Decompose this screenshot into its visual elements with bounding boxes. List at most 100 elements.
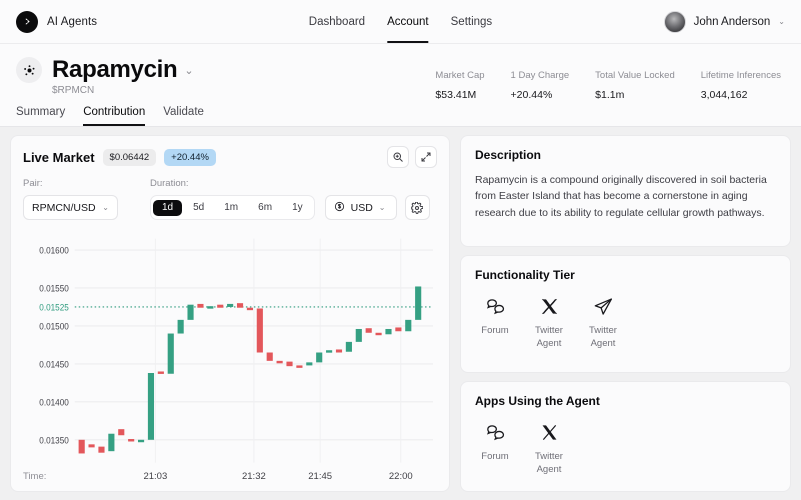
candlestick-chart[interactable]: 0.016000.015500.015000.014500.014000.013… [23, 232, 437, 467]
change-badge: +20.44% [164, 149, 216, 166]
token-ticker: $RPMCN [52, 85, 204, 96]
token-logo-icon [16, 57, 42, 83]
pair-label: Pair: [23, 178, 118, 189]
page-header: Rapamycin ⌄ $RPMCN Summary Contribution … [0, 44, 801, 127]
nav-link-account[interactable]: Account [387, 0, 429, 43]
candle-up [187, 305, 193, 320]
user-menu[interactable]: John Anderson ⌄ [664, 11, 785, 33]
pair-select[interactable]: RPMCN/USD ⌄ [23, 195, 118, 220]
stat-market-cap: Market Cap $53.41M [435, 70, 484, 126]
x-twitter-icon [540, 294, 559, 318]
y-tick-label: 0.01350 [39, 435, 69, 446]
time-tick: 21:03 [143, 471, 167, 482]
nav-link-settings[interactable]: Settings [451, 0, 493, 43]
brand[interactable]: AI Agents [16, 11, 97, 33]
candle-down [277, 361, 283, 363]
duration-option-5d[interactable]: 5d [184, 200, 213, 216]
candle-down [247, 308, 253, 310]
candle-up [148, 373, 154, 440]
description-text: Rapamycin is a compound originally disco… [475, 172, 776, 221]
tier-item-label: Forum [481, 325, 508, 338]
candle-down [118, 429, 124, 435]
tier-item-telegram-agent[interactable]: Twitter Agent [583, 294, 623, 351]
candle-up [415, 286, 421, 319]
apps-using-agent-items: Forum Twitter Agent [475, 420, 776, 477]
live-market-panel: Live Market $0.06442 +20.44% [10, 135, 450, 492]
candle-up [385, 329, 391, 334]
nav-link-dashboard[interactable]: Dashboard [309, 0, 365, 43]
stat-label: Total Value Locked [595, 70, 675, 81]
time-axis-label: Time: [23, 471, 46, 482]
app-item-twitter-agent[interactable]: Twitter Agent [529, 420, 569, 477]
page-body: Live Market $0.06442 +20.44% [0, 127, 801, 500]
zoom-in-button[interactable] [387, 146, 409, 168]
chevron-down-icon: ⌄ [778, 17, 785, 26]
functionality-tier-items: Forum Tw [475, 294, 776, 351]
chevron-down-icon: ⌄ [102, 203, 109, 212]
stat-label: 1 Day Charge [511, 70, 570, 81]
candle-up [356, 329, 362, 342]
apps-using-agent-title: Apps Using the Agent [475, 394, 776, 408]
app-item-forum[interactable]: Forum [475, 420, 515, 477]
stat-label: Market Cap [435, 70, 484, 81]
candle-up [306, 362, 312, 365]
chart-settings-button[interactable] [405, 195, 430, 220]
candle-down [286, 362, 292, 367]
avatar [664, 11, 686, 33]
y-tick-label: 0.01550 [39, 283, 69, 294]
duration-option-6m[interactable]: 6m [249, 200, 281, 216]
tier-item-twitter-agent[interactable]: Twitter Agent [529, 294, 569, 351]
pair-select-value: RPMCN/USD [32, 202, 96, 214]
duration-option-1m[interactable]: 1m [215, 200, 247, 216]
description-panel: Description Rapamycin is a compound orig… [460, 135, 791, 247]
tier-item-forum[interactable]: Forum [475, 294, 515, 351]
candle-up [316, 353, 322, 363]
tab-contribution[interactable]: Contribution [83, 106, 145, 126]
x-twitter-icon [540, 420, 559, 444]
price-badge: $0.06442 [103, 149, 157, 166]
title-chevron-down-icon[interactable]: ⌄ [184, 64, 193, 77]
stat-value: 3,044,162 [701, 89, 781, 101]
tab-validate[interactable]: Validate [163, 106, 204, 126]
duration-option-1d[interactable]: 1d [153, 200, 182, 216]
candle-up [168, 334, 174, 374]
candle-up [138, 440, 144, 442]
time-tick: 22:00 [389, 471, 413, 482]
section-tabs: Summary Contribution Validate [16, 106, 204, 126]
stat-one-day-charge: 1 Day Charge +20.44% [511, 70, 570, 126]
currency-select[interactable]: USD ⌄ [325, 195, 397, 220]
chevron-down-icon: ⌄ [379, 203, 386, 212]
duration-option-1y[interactable]: 1y [283, 200, 312, 216]
candle-down [128, 439, 134, 441]
right-column: Description Rapamycin is a compound orig… [460, 135, 791, 492]
candle-down [395, 327, 401, 331]
functionality-tier-title: Functionality Tier [475, 268, 776, 282]
chart-controls: Pair: RPMCN/USD ⌄ Duration: 1d 5d 1m 6m [23, 178, 437, 220]
description-title: Description [475, 148, 776, 162]
chart-actions [387, 146, 437, 168]
stat-total-value-locked: Total Value Locked $1.1m [595, 70, 675, 126]
page-header-left: Rapamycin ⌄ $RPMCN Summary Contribution … [16, 56, 204, 126]
candlestick-chart-svg: 0.016000.015500.015000.014500.014000.013… [23, 232, 437, 467]
brand-label: AI Agents [47, 16, 97, 28]
stat-label: Lifetime Inferences [701, 70, 781, 81]
candle-down [197, 304, 203, 308]
time-axis: Time: 21:03 21:32 21:45 22:00 [23, 467, 437, 485]
apps-using-agent-panel: Apps Using the Agent Forum [460, 381, 791, 492]
candle-down [217, 305, 223, 308]
candle-down [237, 303, 243, 308]
candle-down [267, 353, 273, 361]
currency-select-value: USD [351, 202, 373, 214]
candle-down [158, 371, 164, 373]
candle-up [405, 320, 411, 331]
candle-up [346, 342, 352, 352]
functionality-tier-panel: Functionality Tier Forum [460, 255, 791, 373]
telegram-paper-plane-icon [593, 294, 614, 318]
forum-chat-bubbles-icon [485, 420, 506, 444]
tab-summary[interactable]: Summary [16, 106, 65, 126]
forum-chat-bubbles-icon [485, 294, 506, 318]
stat-value: +20.44% [511, 89, 570, 101]
candle-down [79, 440, 85, 454]
app-item-label: Twitter Agent [529, 451, 569, 477]
expand-fullscreen-button[interactable] [415, 146, 437, 168]
